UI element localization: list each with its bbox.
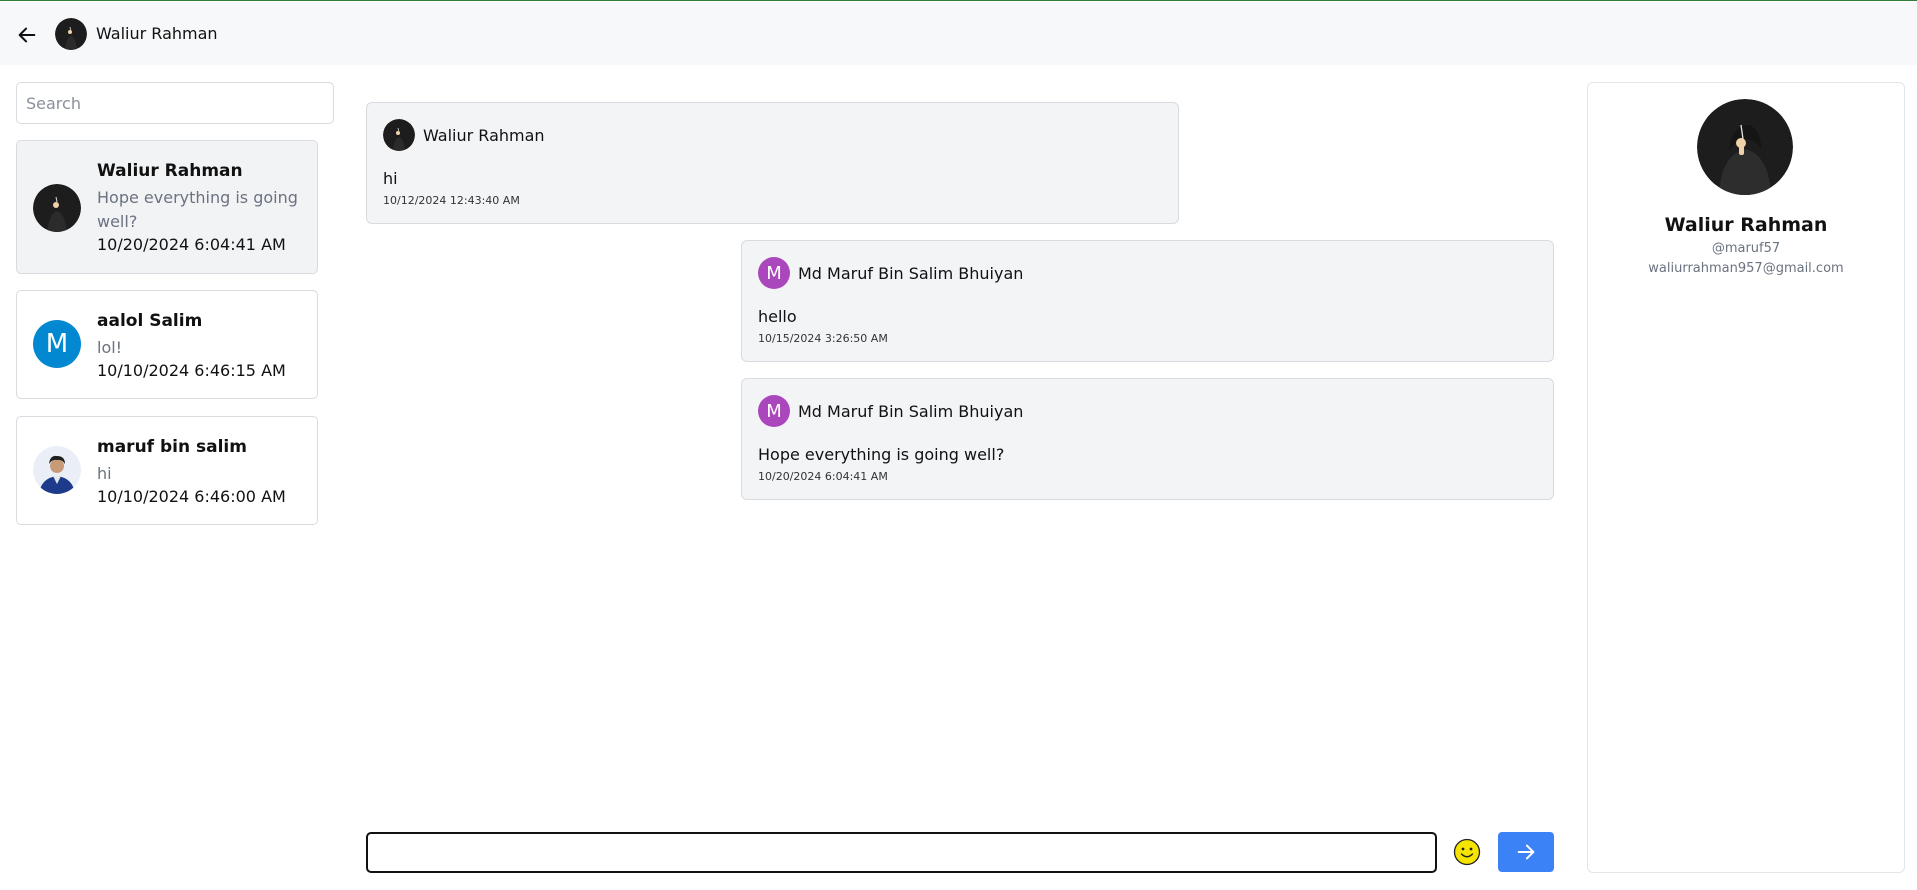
send-button[interactable] [1498,832,1554,872]
sender-name: Md Maruf Bin Salim Bhuiyan [798,264,1024,283]
avatar-letter: M [45,329,69,359]
arrow-right-icon [1517,844,1535,860]
conversation-item[interactable]: Waliur Rahman Hope everything is going w… [16,140,318,274]
message-input[interactable] [366,832,1437,873]
contact-avatar[interactable] [55,18,87,50]
avatar [33,184,81,232]
message-text: hi [383,169,398,188]
message-text: Hope everything is going well? [758,445,1005,464]
conversation-name: maruf bin salim [97,437,247,457]
avatar: M [33,320,81,368]
conversation-item[interactable]: M aalol Salim lol! 10/10/2024 6:46:15 AM [16,290,318,399]
sender-name: Waliur Rahman [423,126,545,145]
sender-avatar: M [758,257,790,289]
back-button[interactable] [14,22,40,48]
conversation-preview: Hope everything is going well? [97,188,298,231]
conversation-time: 10/10/2024 6:46:00 AM [97,487,286,506]
conversation-preview: lol! [97,338,123,357]
message-bubble: Waliur Rahman hi 10/12/2024 12:43:40 AM [366,102,1179,224]
smiley-icon[interactable] [1453,838,1481,866]
search-input[interactable] [16,82,334,124]
sender-name: Md Maruf Bin Salim Bhuiyan [798,402,1024,421]
avatar-letter: M [766,400,782,422]
message-time: 10/12/2024 12:43:40 AM [383,194,520,207]
message-bubble: M Md Maruf Bin Salim Bhuiyan hello 10/15… [741,240,1554,362]
profile-email: waliurrahman957@gmail.com [1648,261,1844,276]
profile-avatar [1697,99,1793,195]
conversation-preview: hi [97,464,112,483]
conversation-name: aalol Salim [97,311,203,331]
contact-name: Waliur Rahman [96,24,218,43]
sender-avatar: M [758,395,790,427]
message-time: 10/15/2024 3:26:50 AM [758,332,888,345]
profile-card: Waliur Rahman @maruf57 waliurrahman957@g… [1587,82,1905,873]
avatar [33,446,81,494]
profile-username: @maruf57 [1711,241,1781,256]
profile-name: Waliur Rahman [1664,214,1828,236]
top-bar: Waliur Rahman [0,2,1917,65]
avatar-letter: M [766,262,782,284]
conversation-name: Waliur Rahman [97,161,243,181]
conversation-time: 10/10/2024 6:46:15 AM [97,361,286,380]
arrow-left-icon [18,27,36,43]
conversation-time: 10/20/2024 6:04:41 AM [97,235,286,254]
conversation-item[interactable]: maruf bin salim hi 10/10/2024 6:46:00 AM [16,416,318,525]
message-text: hello [758,307,797,326]
message-bubble: M Md Maruf Bin Salim Bhuiyan Hope everyt… [741,378,1554,500]
message-time: 10/20/2024 6:04:41 AM [758,470,888,483]
sender-avatar [383,119,415,151]
